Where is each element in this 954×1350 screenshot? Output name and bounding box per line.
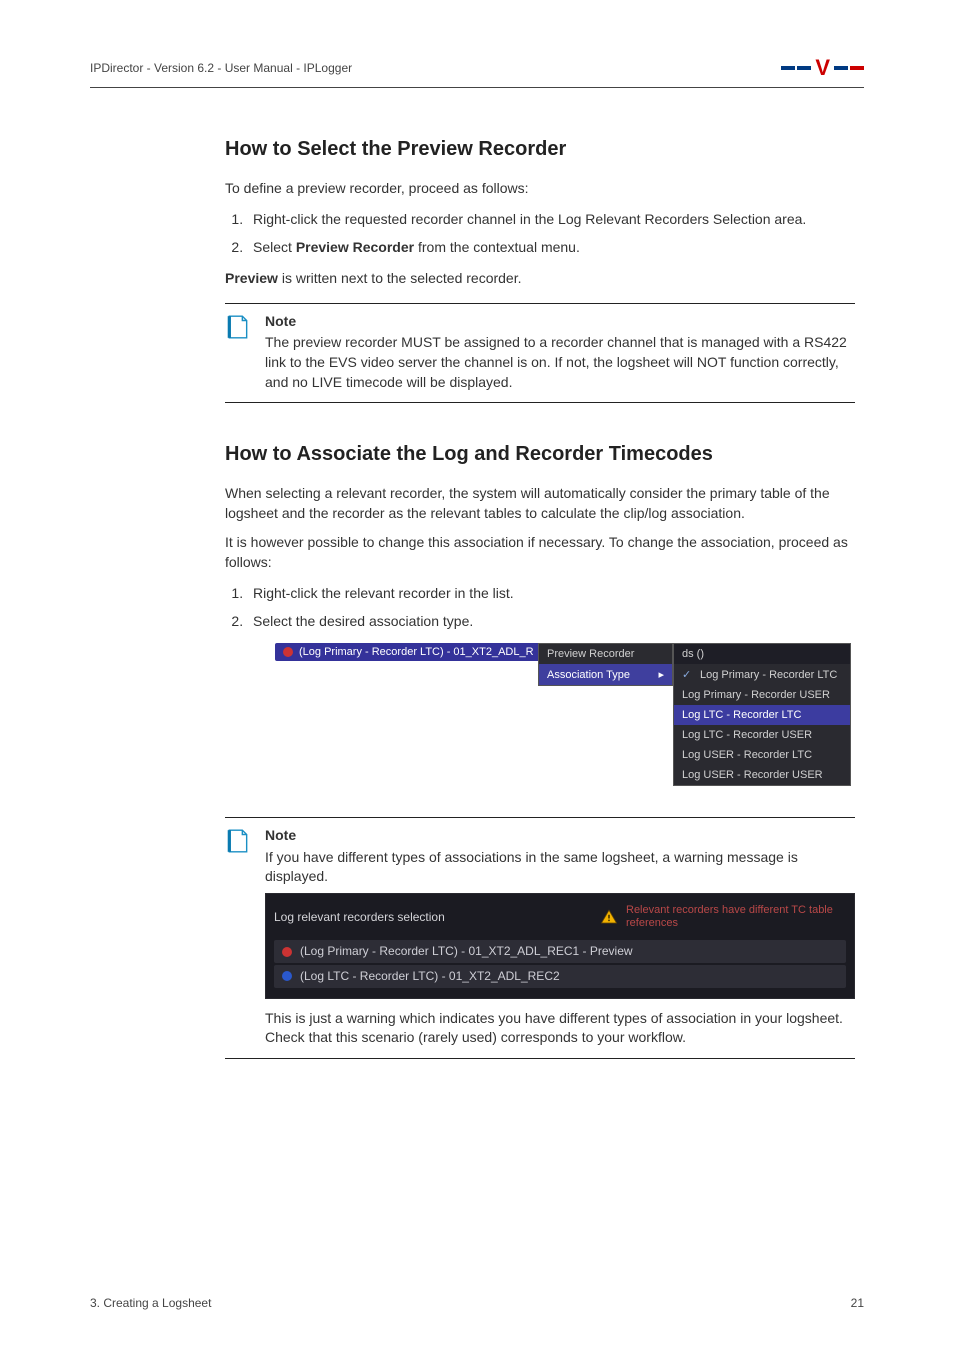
- note-block-1: Note The preview recorder MUST be assign…: [225, 303, 855, 403]
- step2-bold: Preview Recorder: [296, 239, 414, 255]
- submenu-item-5[interactable]: Log USER - Recorder LTC: [674, 745, 850, 765]
- section1-heading: How to Select the Preview Recorder: [225, 138, 855, 161]
- footer-page-number: 21: [851, 1296, 864, 1310]
- context-menu-2: ds () ✓ Log Primary - Recorder LTC Log P…: [673, 643, 851, 786]
- submenu-item-1-label: Log Primary - Recorder LTC: [700, 669, 837, 681]
- warn-row-2-label: (Log LTC - Recorder LTC) - 01_XT2_ADL_RE…: [300, 968, 560, 985]
- note2-tail: This is just a warning which indicates y…: [265, 1010, 843, 1046]
- post-suffix: is written next to the selected recorder…: [278, 270, 522, 286]
- note-icon: [225, 314, 251, 340]
- section1-step-2: Select Preview Recorder from the context…: [247, 237, 855, 257]
- warn-header-label: Log relevant recorders selection: [274, 909, 445, 926]
- warn-row-1[interactable]: (Log Primary - Recorder LTC) - 01_XT2_AD…: [274, 940, 846, 963]
- submenu-header-label: ds (): [682, 648, 704, 660]
- section2-steps: Right-click the relevant recorder in the…: [247, 583, 855, 632]
- page-header: IPDirector - Version 6.2 - User Manual -…: [90, 55, 864, 88]
- menu-item-association-type[interactable]: Association Type ▸: [539, 664, 672, 685]
- note-block-2: Note If you have different types of asso…: [225, 817, 855, 1059]
- step2-prefix: Select: [253, 239, 296, 255]
- record-dot-icon: [282, 971, 292, 981]
- warn-row-1-label: (Log Primary - Recorder LTC) - 01_XT2_AD…: [300, 943, 633, 960]
- recorder-row-label: (Log Primary - Recorder LTC) - 01_XT2_AD…: [299, 646, 534, 658]
- warning-screenshot: Log relevant recorders selection Relevan…: [265, 893, 855, 999]
- submenu-item-6[interactable]: Log USER - Recorder USER: [674, 765, 850, 785]
- section2-para1: When selecting a relevant recorder, the …: [225, 484, 855, 523]
- context-menu-1: Preview Recorder Association Type ▸: [538, 643, 673, 686]
- note2-label: Note: [265, 826, 855, 846]
- section2-para2: It is however possible to change this as…: [225, 533, 855, 572]
- submenu-header: ds (): [674, 644, 850, 664]
- menu-item-association-type-label: Association Type: [547, 669, 630, 681]
- recorder-row[interactable]: (Log Primary - Recorder LTC) - 01_XT2_AD…: [275, 643, 542, 661]
- context-menu-screenshot: (Log Primary - Recorder LTC) - 01_XT2_AD…: [275, 643, 835, 781]
- check-icon: ✓: [682, 668, 694, 681]
- page-footer: 3. Creating a Logsheet 21: [90, 1296, 864, 1310]
- section2-heading: How to Associate the Log and Recorder Ti…: [225, 443, 855, 466]
- footer-chapter: 3. Creating a Logsheet: [90, 1296, 211, 1310]
- section1-step-1: Right-click the requested recorder chann…: [247, 209, 855, 229]
- warning-triangle-icon: [600, 908, 618, 926]
- submenu-item-3[interactable]: Log LTC - Recorder LTC: [674, 705, 850, 725]
- section1-steps: Right-click the requested recorder chann…: [247, 209, 855, 258]
- record-dot-icon: [282, 947, 292, 957]
- submenu-item-2[interactable]: Log Primary - Recorder USER: [674, 685, 850, 705]
- note1-label: Note: [265, 312, 855, 332]
- menu-item-preview-recorder[interactable]: Preview Recorder: [539, 644, 672, 664]
- submenu-item-1[interactable]: ✓ Log Primary - Recorder LTC: [674, 664, 850, 685]
- chevron-right-icon: ▸: [658, 668, 664, 681]
- record-dot-icon: [283, 647, 293, 657]
- warn-row-2[interactable]: (Log LTC - Recorder LTC) - 01_XT2_ADL_RE…: [274, 965, 846, 988]
- warn-header-msg: Relevant recorders have different TC tab…: [626, 904, 846, 930]
- section1-post: Preview is written next to the selected …: [225, 269, 855, 289]
- evs-logo: V: [781, 55, 864, 81]
- section2-step-1: Right-click the relevant recorder in the…: [247, 583, 855, 603]
- post-prefix: Preview: [225, 270, 278, 286]
- note-icon: [225, 828, 251, 854]
- section2-step-2: Select the desired association type.: [247, 611, 855, 631]
- section1-intro: To define a preview recorder, proceed as…: [225, 179, 855, 199]
- doc-title: IPDirector - Version 6.2 - User Manual -…: [90, 61, 352, 75]
- note2-intro: If you have different types of associati…: [265, 849, 798, 885]
- step2-suffix: from the contextual menu.: [414, 239, 580, 255]
- submenu-item-4[interactable]: Log LTC - Recorder USER: [674, 725, 850, 745]
- note1-body: The preview recorder MUST be assigned to…: [265, 334, 847, 389]
